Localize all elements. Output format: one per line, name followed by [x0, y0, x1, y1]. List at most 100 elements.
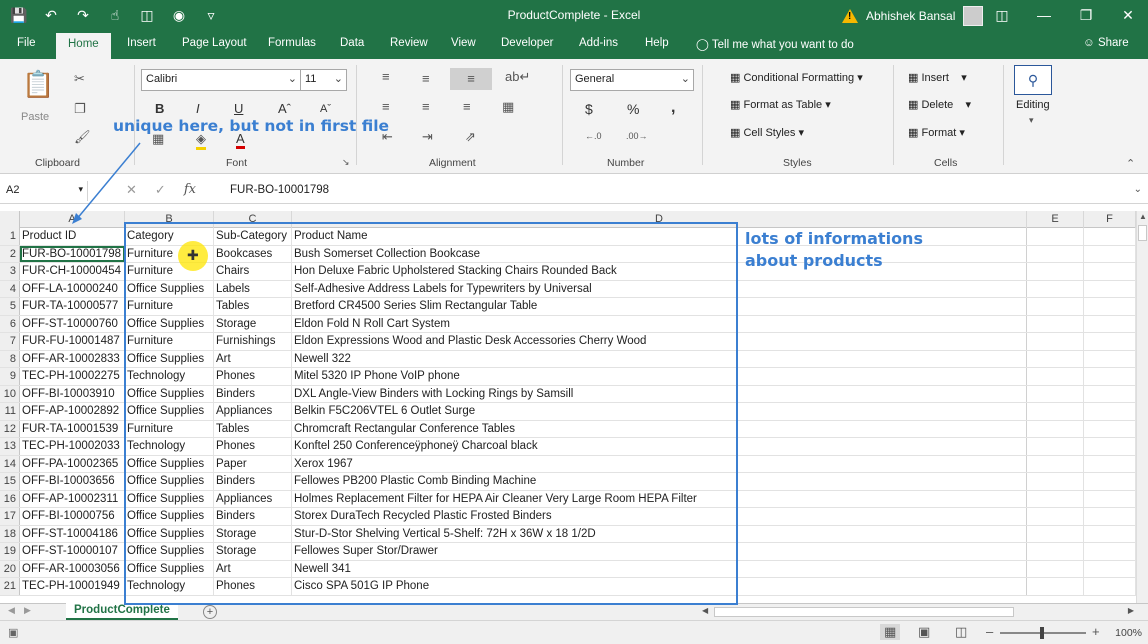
cancel-icon[interactable]: ✕ [126, 182, 137, 198]
cell-empty[interactable] [1027, 245, 1084, 262]
bold-icon[interactable]: B [155, 101, 164, 116]
cell-empty[interactable] [1027, 263, 1084, 280]
cell-empty[interactable] [1027, 578, 1084, 595]
row-number[interactable]: 6 [0, 315, 20, 332]
insert-cells-button[interactable]: ▦ Insert ▾ [908, 71, 967, 84]
increase-font-icon[interactable]: Aˆ [278, 101, 291, 116]
cell-empty[interactable] [1027, 228, 1084, 245]
font-dialog-launcher-icon[interactable]: ↘ [342, 157, 350, 168]
tell-me-box[interactable]: ◯ Tell me what you want to do [696, 37, 854, 51]
row-number[interactable]: 2 [0, 245, 20, 262]
row-number[interactable]: 7 [0, 333, 20, 350]
row-number[interactable]: 19 [0, 543, 20, 560]
cell-product-id[interactable]: OFF-ST-10000760 [20, 315, 125, 332]
cell-empty[interactable] [1027, 403, 1084, 420]
scroll-up-icon[interactable]: ▲ [1139, 212, 1147, 221]
normal-view-icon[interactable]: ▦ [880, 624, 901, 640]
search-icon[interactable]: ⚲ [1014, 65, 1052, 95]
cell-empty[interactable] [1084, 525, 1136, 542]
vertical-scrollbar[interactable]: ▲ [1136, 211, 1148, 603]
decrease-font-icon[interactable]: Aˇ [320, 103, 331, 115]
row-number[interactable]: 4 [0, 280, 20, 297]
format-as-table-button[interactable]: ▦ Format as Table ▾ [730, 98, 831, 111]
ribbon-display-icon[interactable]: ◫ [990, 4, 1014, 26]
cell-empty[interactable] [1084, 490, 1136, 507]
cell-empty[interactable] [1027, 525, 1084, 542]
cell-product-id[interactable]: TEC-PH-10002275 [20, 368, 125, 385]
cell-product-id[interactable]: OFF-AR-10003056 [20, 560, 125, 577]
horizontal-scrollbar[interactable]: ◀ ▶ [700, 606, 1136, 618]
tab-add-ins[interactable]: Add-ins [579, 37, 618, 49]
restore-icon[interactable]: ❐ [1074, 4, 1098, 26]
cell-empty[interactable] [1084, 333, 1136, 350]
align-top-icon[interactable]: ≡ [382, 69, 390, 84]
cell-empty[interactable] [1084, 543, 1136, 560]
editing-button[interactable]: Editing [1016, 99, 1050, 111]
cell-empty[interactable] [1084, 508, 1136, 525]
page-layout-view-icon[interactable]: ▣ [918, 624, 930, 640]
row-number[interactable]: 13 [0, 438, 20, 455]
page-break-view-icon[interactable]: ◫ [955, 624, 967, 640]
cell-product-id[interactable]: OFF-AP-10002892 [20, 403, 125, 420]
cell-empty[interactable] [1027, 385, 1084, 402]
row-number[interactable]: 5 [0, 298, 20, 315]
cell-product-id[interactable]: Product ID [20, 228, 125, 245]
cell-product-id[interactable]: FUR-TA-10001539 [20, 420, 125, 437]
cell-product-id[interactable]: OFF-LA-10000240 [20, 280, 125, 297]
avatar[interactable] [963, 6, 984, 26]
sheet-tab-productcomplete[interactable]: ProductComplete [66, 603, 178, 620]
tab-data[interactable]: Data [340, 37, 364, 49]
format-painter-icon[interactable]: 🖌 [74, 129, 91, 145]
cell-product-id[interactable]: FUR-TA-10000577 [20, 298, 125, 315]
cell-empty[interactable] [1027, 368, 1084, 385]
cell-empty[interactable] [1027, 438, 1084, 455]
cell-empty[interactable] [1084, 438, 1136, 455]
cell-product-id[interactable]: OFF-ST-10004186 [20, 525, 125, 542]
row-number[interactable]: 11 [0, 403, 20, 420]
cell-empty[interactable] [1084, 228, 1136, 245]
orientation-icon[interactable]: ⇗ [465, 129, 476, 145]
add-sheet-button[interactable]: + [203, 605, 217, 619]
zoom-slider-knob[interactable] [1040, 627, 1044, 639]
cell-product-id[interactable]: OFF-BI-10003656 [20, 473, 125, 490]
cell-empty[interactable] [1084, 420, 1136, 437]
column-header-f[interactable]: F [1084, 211, 1136, 228]
wrap-text-icon[interactable]: ab↵ [505, 69, 530, 85]
zoom-slider[interactable] [1000, 627, 1086, 639]
align-left-icon[interactable]: ≡ [382, 99, 390, 114]
cell-empty[interactable] [1084, 263, 1136, 280]
cell-product-id[interactable]: OFF-BI-10003910 [20, 385, 125, 402]
underline-icon[interactable]: U [234, 101, 243, 116]
cell-empty[interactable] [1027, 490, 1084, 507]
row-number[interactable]: 10 [0, 385, 20, 402]
italic-icon[interactable]: I [196, 101, 200, 116]
scroll-left-icon[interactable]: ◀ [702, 606, 708, 615]
currency-icon[interactable]: $ [585, 101, 593, 117]
chevron-down-icon[interactable]: ▾ [1029, 115, 1034, 126]
row-number[interactable]: 14 [0, 455, 20, 472]
row-number[interactable]: 3 [0, 263, 20, 280]
row-number[interactable]: 20 [0, 560, 20, 577]
zoom-in-icon[interactable]: + [1092, 624, 1100, 639]
font-name-combo[interactable]: Calibri ⌄ [141, 69, 301, 91]
row-number[interactable]: 9 [0, 368, 20, 385]
tab-insert[interactable]: Insert [127, 37, 156, 49]
cell-empty[interactable] [1084, 578, 1136, 595]
row-number[interactable]: 17 [0, 508, 20, 525]
cell-empty[interactable] [1084, 245, 1136, 262]
cell-product-id[interactable]: OFF-BI-10000756 [20, 508, 125, 525]
cell-product-id[interactable]: OFF-ST-10000107 [20, 543, 125, 560]
scroll-right-icon[interactable]: ▶ [24, 605, 31, 616]
cell-product-id[interactable]: FUR-BO-10001798 [20, 245, 125, 262]
cell-empty[interactable] [1084, 385, 1136, 402]
cell-empty[interactable] [1084, 368, 1136, 385]
cell-empty[interactable] [1084, 473, 1136, 490]
paste-icon[interactable]: 📋 [22, 69, 54, 100]
tab-home[interactable]: Home [56, 33, 111, 59]
cell-empty[interactable] [1027, 333, 1084, 350]
percent-icon[interactable]: % [627, 101, 639, 117]
minimize-icon[interactable]: — [1032, 4, 1056, 26]
row-number[interactable]: 21 [0, 578, 20, 595]
format-cells-button[interactable]: ▦ Format ▾ [908, 126, 965, 139]
cell-empty[interactable] [1084, 350, 1136, 367]
